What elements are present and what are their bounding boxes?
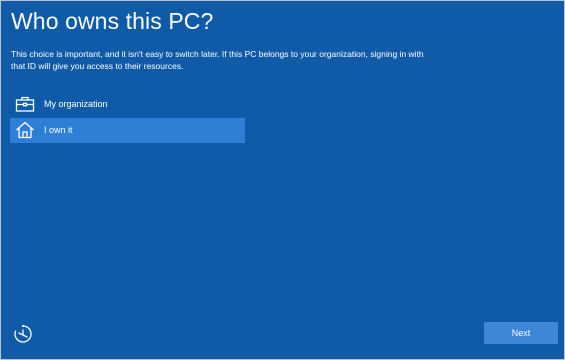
option-i-own-it[interactable]: I own it [10,118,245,143]
next-button[interactable]: Next [484,322,558,344]
ownership-options: My organization I own it [10,92,245,144]
oobe-window: Who owns this PC? This choice is importa… [0,0,565,360]
ease-of-access-icon[interactable] [12,323,34,345]
home-icon [15,121,35,139]
option-label: I own it [44,125,73,135]
option-my-organization[interactable]: My organization [10,92,245,117]
option-label: My organization [44,99,108,109]
briefcase-icon [15,95,35,113]
page-description: This choice is important, and it isn't e… [11,49,424,71]
page-title: Who owns this PC? [11,8,214,34]
